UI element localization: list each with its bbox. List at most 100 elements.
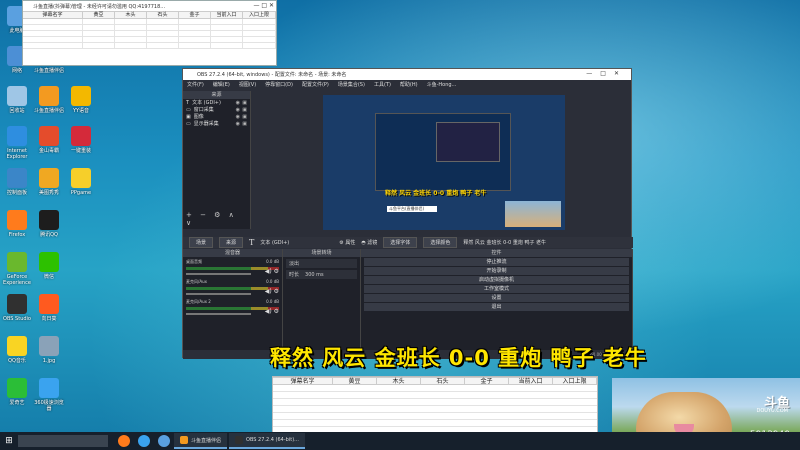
control-button[interactable]: 开始录制 bbox=[364, 267, 629, 275]
start-button[interactable]: ⊞ bbox=[0, 436, 18, 446]
source-item[interactable]: ▣ 图像 ◉ ▣ bbox=[183, 113, 250, 121]
gear-icon[interactable]: ⚙ bbox=[274, 308, 279, 315]
desktop-icon-label: 爱奇艺 bbox=[9, 400, 25, 406]
column-header[interactable]: 弹幕名字 bbox=[23, 12, 83, 18]
transition-select[interactable]: 淡出 bbox=[286, 259, 357, 268]
desktop-icon[interactable]: 控制面板 bbox=[0, 168, 34, 196]
control-button[interactable]: 停止推流 bbox=[364, 258, 629, 266]
column-header[interactable]: 木头 bbox=[115, 12, 147, 18]
column-header[interactable]: 当前入口 bbox=[211, 12, 243, 18]
control-button[interactable]: 设置 bbox=[364, 294, 629, 302]
column-header[interactable]: 石头 bbox=[147, 12, 179, 18]
speaker-icon[interactable]: ◀) bbox=[265, 268, 272, 275]
desktop-icon[interactable]: OBS Studio bbox=[0, 294, 34, 322]
filters-button[interactable]: ◓ 滤镜 bbox=[361, 239, 377, 246]
select-font-button[interactable]: 选择字体 bbox=[383, 237, 418, 248]
sources-tab[interactable]: 来源 bbox=[219, 237, 244, 248]
danmu-sheet-window-top[interactable]: 斗鱼直播(抖弹幕)管理 - 未经许可请勿滥用 QQ:4197718... — □… bbox=[22, 0, 277, 66]
desktop-icon[interactable]: 爱奇艺 bbox=[0, 378, 34, 406]
desktop-icon[interactable]: Internet Explorer bbox=[0, 126, 34, 160]
browser-taskbar-icon[interactable] bbox=[138, 435, 150, 447]
desktop-icon[interactable]: Firefox bbox=[0, 210, 34, 238]
properties-button[interactable]: ⚙ 属性 bbox=[339, 239, 355, 246]
visibility-eye-icon[interactable]: ◉ bbox=[236, 114, 240, 120]
lock-icon[interactable]: ▣ bbox=[242, 121, 247, 127]
obs-menu-item[interactable]: 工具(T) bbox=[374, 81, 391, 88]
mixer-channel-name: 桌面音频 bbox=[186, 259, 202, 264]
danmu-sheet-window-bottom[interactable]: 弹幕名字 黄豆 木头 石头 金子 当前入口 入口上限 bbox=[272, 376, 598, 436]
visibility-eye-icon[interactable]: ◉ bbox=[236, 121, 240, 127]
source-item[interactable]: ▭ 窗口采集 ◉ ▣ bbox=[183, 106, 250, 114]
lock-icon[interactable]: ▣ bbox=[242, 100, 247, 106]
taskbar-search[interactable] bbox=[18, 435, 108, 447]
desktop-icon[interactable]: 360极速浏览器 bbox=[32, 378, 66, 412]
desktop-icon[interactable]: 向日葵 bbox=[32, 294, 66, 322]
mixer-panel: 混音器 桌面音频 0.0 dB ◀) ⚙ 麦克风/Aux 0.0 dB ◀) ⚙ 麦克风/A… bbox=[183, 249, 283, 357]
obs-menu-item[interactable]: 配置文件(P) bbox=[302, 81, 329, 88]
sources-toolbar[interactable]: + − ⚙ ∧ ∨ bbox=[186, 211, 250, 227]
volume-slider[interactable] bbox=[186, 313, 252, 315]
desktop-icon[interactable]: PPgame bbox=[64, 168, 98, 196]
obs-menu-item[interactable]: 斗鱼-Hong... bbox=[427, 81, 457, 88]
column-header[interactable]: 弹幕名字 bbox=[273, 378, 333, 385]
desktop-icon[interactable]: 回收站 bbox=[0, 86, 34, 114]
speaker-icon[interactable]: ◀) bbox=[265, 288, 272, 295]
column-header[interactable]: 木头 bbox=[377, 378, 421, 385]
source-label: 文本 (GDI+) bbox=[192, 100, 221, 106]
nested-preview-window bbox=[436, 122, 500, 162]
sheet-titlebar[interactable]: 斗鱼直播(抖弹幕)管理 - 未经许可请勿滥用 QQ:4197718... — □… bbox=[23, 1, 276, 11]
obs-titlebar[interactable]: OBS 27.2.4 (64-bit, windows) - 配置文件: 未命名… bbox=[183, 69, 631, 80]
control-button[interactable]: 退出 bbox=[364, 303, 629, 311]
control-button[interactable]: 工作室模式 bbox=[364, 285, 629, 293]
desktop-icon[interactable]: 腾讯QQ bbox=[32, 210, 66, 238]
desktop-icon-label: OBS Studio bbox=[3, 316, 31, 322]
source-item[interactable]: ▭ 显示器采集 ◉ ▣ bbox=[183, 120, 250, 128]
visibility-eye-icon[interactable]: ◉ bbox=[236, 100, 240, 106]
preview-canvas[interactable]: 斗鱼平台(直播伴侣) 释然 风云 金班长 0-0 重炮 鸭子 老牛 bbox=[323, 95, 565, 230]
explorer-taskbar-icon[interactable] bbox=[158, 435, 170, 447]
desktop-icon[interactable]: 1.jpg bbox=[32, 336, 66, 364]
column-header[interactable]: 黄豆 bbox=[83, 12, 115, 18]
control-button[interactable]: 启动虚拟摄像机 bbox=[364, 276, 629, 284]
obs-menu-item[interactable]: 停靠窗口(D) bbox=[265, 81, 293, 88]
desktop-icon[interactable]: 金山毒霸 bbox=[32, 126, 66, 154]
column-header[interactable]: 石头 bbox=[421, 378, 465, 385]
taskbar-window-button[interactable]: OBS 27.2.4 (64-bit)... bbox=[229, 433, 305, 449]
obs-menu-item[interactable]: 文件(F) bbox=[187, 81, 204, 88]
desktop-icon[interactable]: YY语音 bbox=[64, 86, 98, 114]
desktop-icon[interactable]: 微信 bbox=[32, 252, 66, 280]
lock-icon[interactable]: ▣ bbox=[242, 107, 247, 113]
desktop-icon[interactable]: 一键重装 bbox=[64, 126, 98, 154]
obs-menu-item[interactable]: 视图(V) bbox=[239, 81, 256, 88]
column-header[interactable]: 黄豆 bbox=[333, 378, 377, 385]
column-header[interactable]: 金子 bbox=[465, 378, 509, 385]
firefox-taskbar-icon[interactable] bbox=[118, 435, 130, 447]
duration-field[interactable]: 时长 300 ms bbox=[286, 270, 357, 279]
scenes-tab[interactable]: 场景 bbox=[189, 237, 214, 248]
desktop-icon[interactable]: 斗鱼直播伴侣 bbox=[32, 86, 66, 114]
obs-menu-item[interactable]: 帮助(H) bbox=[400, 81, 418, 88]
obs-menu-item[interactable]: 编辑(E) bbox=[213, 81, 230, 88]
window-controls[interactable]: — □ ✕ bbox=[253, 2, 274, 9]
speaker-icon[interactable]: ◀) bbox=[265, 308, 272, 315]
column-header[interactable]: 入口上限 bbox=[243, 12, 276, 18]
source-item[interactable]: T 文本 (GDI+) ◉ ▣ bbox=[183, 99, 250, 107]
volume-slider[interactable] bbox=[186, 293, 252, 295]
obs-window[interactable]: OBS 27.2.4 (64-bit, windows) - 配置文件: 未命名… bbox=[182, 68, 633, 359]
obs-menu-item[interactable]: 场景集合(S) bbox=[338, 81, 365, 88]
taskbar-window-button[interactable]: 斗鱼直播伴侣 bbox=[174, 433, 228, 449]
obs-window-controls[interactable]: —□✕ bbox=[586, 70, 627, 77]
select-color-button[interactable]: 选择颜色 bbox=[423, 237, 458, 248]
column-header[interactable]: 入口上限 bbox=[553, 378, 597, 385]
text-source-value[interactable]: 释然 风云 金班长 0-0 重炮 鸭子 老牛 bbox=[463, 239, 546, 246]
desktop-icon[interactable]: GeForce Experience bbox=[0, 252, 34, 286]
lock-icon[interactable]: ▣ bbox=[242, 114, 247, 120]
volume-slider[interactable] bbox=[186, 273, 252, 275]
column-header[interactable]: 金子 bbox=[179, 12, 211, 18]
desktop-icon[interactable]: QQ音乐 bbox=[0, 336, 34, 364]
column-header[interactable]: 当前入口 bbox=[509, 378, 553, 385]
visibility-eye-icon[interactable]: ◉ bbox=[236, 107, 240, 113]
desktop-icon[interactable]: 美图秀秀 bbox=[32, 168, 66, 196]
gear-icon[interactable]: ⚙ bbox=[274, 268, 279, 275]
gear-icon[interactable]: ⚙ bbox=[274, 288, 279, 295]
